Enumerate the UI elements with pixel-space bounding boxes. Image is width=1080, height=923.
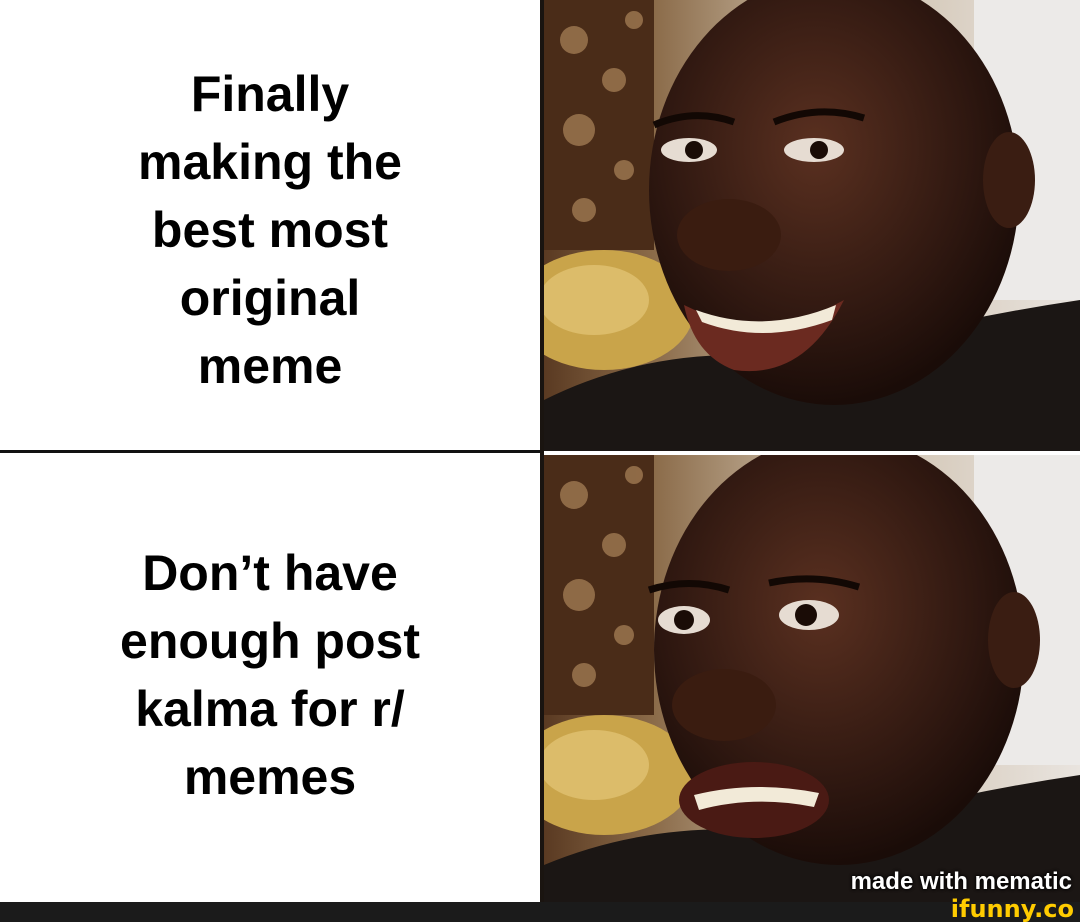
bottom-caption-panel: Don’t have enough post kalma for r/ meme… (0, 540, 540, 810)
mematic-watermark: made with mematic (850, 868, 1072, 895)
bottom-photo (544, 455, 1080, 902)
top-photo (544, 0, 1080, 451)
footer-bar (0, 902, 1080, 922)
top-caption: Finally making the best most original me… (138, 66, 402, 394)
disappointed-man-illustration (544, 455, 1080, 902)
happy-man-illustration (544, 0, 1080, 451)
bottom-caption: Don’t have enough post kalma for r/ meme… (120, 545, 420, 805)
horizontal-divider (0, 450, 540, 453)
top-caption-panel: Finally making the best most original me… (0, 60, 540, 400)
meme-image: Finally making the best most original me… (0, 0, 1080, 902)
ifunny-logo: ifunny.co (950, 895, 1074, 923)
